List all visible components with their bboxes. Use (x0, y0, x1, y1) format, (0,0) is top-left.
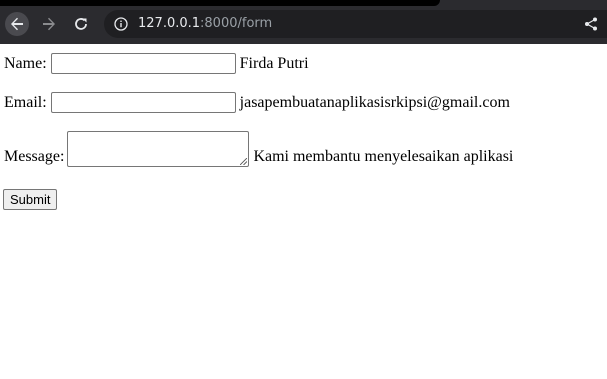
tab-strip (0, 0, 440, 6)
message-label: Message: (4, 148, 65, 165)
name-label: Name: (4, 55, 47, 72)
share-icon[interactable] (583, 16, 599, 32)
message-row: Message: Kami membantu menyelesaikan apl… (4, 131, 513, 167)
back-arrow-icon (11, 17, 23, 31)
message-display-text: Kami membantu menyelesaikan aplikasi (253, 148, 514, 165)
forward-button[interactable] (37, 12, 61, 36)
page-content: Name: Firda Putri Email: jasapembuatanap… (0, 44, 607, 379)
info-icon[interactable] (114, 17, 128, 31)
forward-arrow-icon (43, 17, 55, 31)
url-text[interactable]: 127.0.0.1:8000/form (138, 16, 272, 32)
url-path: :8000/form (200, 16, 273, 31)
email-row: Email: jasapembuatanaplikasisrkipsi@gmai… (4, 92, 510, 113)
name-row: Name: Firda Putri (4, 53, 309, 74)
message-textarea[interactable] (67, 131, 250, 167)
url-host: 127.0.0.1 (138, 16, 201, 31)
submit-button[interactable]: Submit (3, 189, 58, 210)
name-display-text: Firda Putri (239, 55, 309, 72)
address-bar[interactable]: 127.0.0.1:8000/form (104, 10, 607, 38)
email-display-text: jasapembuatanaplikasisrkipsi@gmail.com (239, 94, 510, 111)
email-label: Email: (4, 94, 47, 111)
name-input[interactable] (50, 53, 236, 74)
resize-grip-icon[interactable] (240, 158, 248, 165)
back-button[interactable] (5, 12, 29, 36)
email-input[interactable] (50, 92, 236, 113)
reload-button[interactable] (69, 12, 93, 36)
browser-toolbar: 127.0.0.1:8000/form (0, 0, 607, 44)
reload-icon (75, 18, 87, 30)
